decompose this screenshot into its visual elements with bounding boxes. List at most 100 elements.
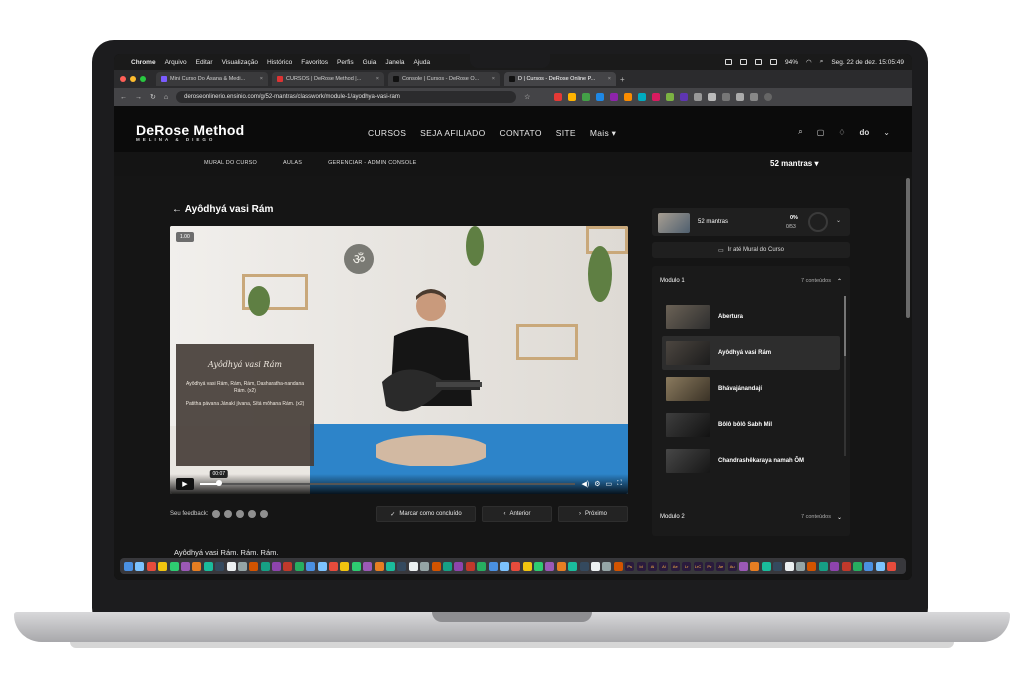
volume-icon[interactable]: ◀): [581, 480, 589, 488]
chevron-up-icon[interactable]: ⌃: [837, 278, 842, 285]
dock-adobe-app-icon[interactable]: LrC: [693, 561, 703, 571]
dock-app-icon[interactable]: [226, 561, 236, 571]
nav-seja-afiliado[interactable]: SEJA AFILIADO: [420, 128, 485, 139]
lesson-item[interactable]: Bôlô bôlô Sabh Mil: [662, 408, 840, 442]
dock-app-icon[interactable]: [591, 561, 601, 571]
dock-app-icon[interactable]: [739, 561, 749, 571]
dock-app-icon[interactable]: [488, 561, 498, 571]
forward-icon[interactable]: →: [135, 94, 142, 101]
status-icon[interactable]: [725, 59, 733, 65]
extension-icon[interactable]: [708, 93, 717, 101]
dock-app-icon[interactable]: [556, 561, 566, 571]
extension-icon[interactable]: [652, 93, 661, 101]
video-progress-bar[interactable]: 00:07: [200, 470, 576, 486]
subnav-admin-console[interactable]: GERENCIAR - ADMIN CONSOLE: [328, 160, 416, 166]
mark-complete-button[interactable]: ✓ Marcar como concluído: [376, 506, 476, 522]
lesson-item[interactable]: Abertura: [662, 300, 840, 334]
dock-app-icon[interactable]: [363, 561, 373, 571]
dock-app-icon[interactable]: [511, 561, 521, 571]
course-selector[interactable]: 52 mantras ▾: [770, 159, 818, 168]
feedback-emoji-icon[interactable]: [248, 510, 257, 518]
video-progress-knob[interactable]: [215, 480, 222, 486]
dock-app-icon[interactable]: [522, 561, 532, 571]
back-arrow-icon[interactable]: ←: [172, 204, 185, 215]
menu-ajuda[interactable]: Ajuda: [414, 59, 431, 66]
dock-app-icon[interactable]: [385, 561, 395, 571]
nav-mais[interactable]: Mais ▾: [590, 128, 616, 139]
video-player[interactable]: ॐ 1.00 Ayôdhyá vasi Rám Ayôdhyá vasi Rám…: [170, 226, 628, 494]
dock-app-icon[interactable]: [545, 561, 555, 571]
lesson-item[interactable]: Bhávajánandají: [662, 372, 840, 406]
module-1-header[interactable]: Modulo 1 7 conteúdos ⌃: [652, 270, 850, 292]
dock-app-icon[interactable]: [784, 561, 794, 571]
menu-janela[interactable]: Janela: [385, 59, 404, 66]
dock-app-icon[interactable]: [351, 561, 361, 571]
dock-app-icon[interactable]: [875, 561, 885, 571]
chevron-down-icon[interactable]: ⌄: [837, 514, 842, 521]
search-icon[interactable]: ⌕: [820, 58, 824, 66]
dock-app-icon[interactable]: [158, 561, 168, 571]
dock-app-icon[interactable]: [454, 561, 464, 571]
feedback-emoji-icon[interactable]: [224, 510, 233, 518]
dock-app-icon[interactable]: [317, 561, 327, 571]
dock-app-icon[interactable]: [818, 561, 828, 571]
bookmark-star-icon[interactable]: ☆: [524, 93, 530, 101]
menu-favoritos[interactable]: Favoritos: [301, 59, 328, 66]
reload-icon[interactable]: ↻: [150, 93, 156, 101]
site-logo[interactable]: DeRose Method: [136, 122, 244, 138]
extension-icon[interactable]: [680, 93, 689, 101]
menu-historico[interactable]: Histórico: [267, 59, 292, 66]
subnav-mural[interactable]: MURAL DO CURSO: [204, 160, 257, 166]
dock-adobe-app-icon[interactable]: Ai: [647, 561, 657, 571]
close-tab-icon[interactable]: ×: [492, 76, 495, 82]
dock-adobe-app-icon[interactable]: Au: [727, 561, 737, 571]
extension-icon[interactable]: [666, 93, 675, 101]
dock-app-icon[interactable]: [169, 561, 179, 571]
close-tab-icon[interactable]: ×: [260, 76, 263, 82]
dock-app-icon[interactable]: [477, 561, 487, 571]
dock-app-icon[interactable]: [135, 561, 145, 571]
dock-adobe-app-icon[interactable]: Ps: [625, 561, 635, 571]
menu-editar[interactable]: Editar: [196, 59, 213, 66]
browser-tab-active[interactable]: D | Cursos - DeRose Online P... ×: [504, 72, 616, 86]
dock-app-icon[interactable]: [203, 561, 213, 571]
fullscreen-icon[interactable]: ⛶: [617, 480, 622, 488]
dock-adobe-app-icon[interactable]: Pr: [704, 561, 714, 571]
close-tab-icon[interactable]: ×: [608, 76, 611, 82]
dock-app-icon[interactable]: [613, 561, 623, 571]
dock-app-icon[interactable]: [602, 561, 612, 571]
page-scrollbar[interactable]: [906, 178, 910, 318]
status-icon[interactable]: [770, 59, 778, 65]
feedback-emoji-icon[interactable]: [236, 510, 245, 518]
dock-app-icon[interactable]: [192, 561, 202, 571]
extension-icon[interactable]: [596, 93, 605, 101]
dock-adobe-app-icon[interactable]: Ai: [659, 561, 669, 571]
status-icon[interactable]: [755, 59, 763, 65]
extension-icon[interactable]: [624, 93, 633, 101]
dock-app-icon[interactable]: [864, 561, 874, 571]
dock-app-icon[interactable]: [237, 561, 247, 571]
dock-app-icon[interactable]: [260, 561, 270, 571]
browser-tab[interactable]: Mini Curso Do Ásana & Medi... ×: [156, 72, 268, 86]
address-bar[interactable]: deroseonlinerio.ensinio.com/g/52-mantras…: [176, 91, 517, 103]
dock-app-icon[interactable]: [853, 561, 862, 571]
lesson-item[interactable]: Chandrashêkaraya namah ÔM: [662, 444, 840, 478]
menu-visualizacao[interactable]: Visualização: [222, 59, 258, 66]
dock-app-icon[interactable]: [887, 561, 897, 571]
dock-app-icon[interactable]: [499, 561, 509, 571]
chevron-down-icon[interactable]: ⌄: [883, 128, 890, 137]
battery-percent[interactable]: 94%: [785, 59, 798, 66]
dock-app-icon[interactable]: [146, 561, 156, 571]
feedback-emoji-icon[interactable]: [260, 510, 269, 518]
playback-rate-badge[interactable]: 1.00: [176, 232, 194, 242]
dock-adobe-app-icon[interactable]: Ae: [716, 561, 726, 571]
nav-site[interactable]: SITE: [556, 128, 576, 139]
extension-icon[interactable]: [610, 93, 619, 101]
subnav-aulas[interactable]: AULAS: [283, 160, 302, 166]
module-2-header[interactable]: Modulo 2 7 conteúdos ⌄: [652, 506, 850, 528]
menu-arquivo[interactable]: Arquivo: [165, 59, 187, 66]
new-tab-icon[interactable]: +: [620, 75, 625, 84]
extension-icon[interactable]: [736, 93, 745, 101]
dock-app-icon[interactable]: [830, 561, 840, 571]
extension-icon[interactable]: [694, 93, 703, 101]
